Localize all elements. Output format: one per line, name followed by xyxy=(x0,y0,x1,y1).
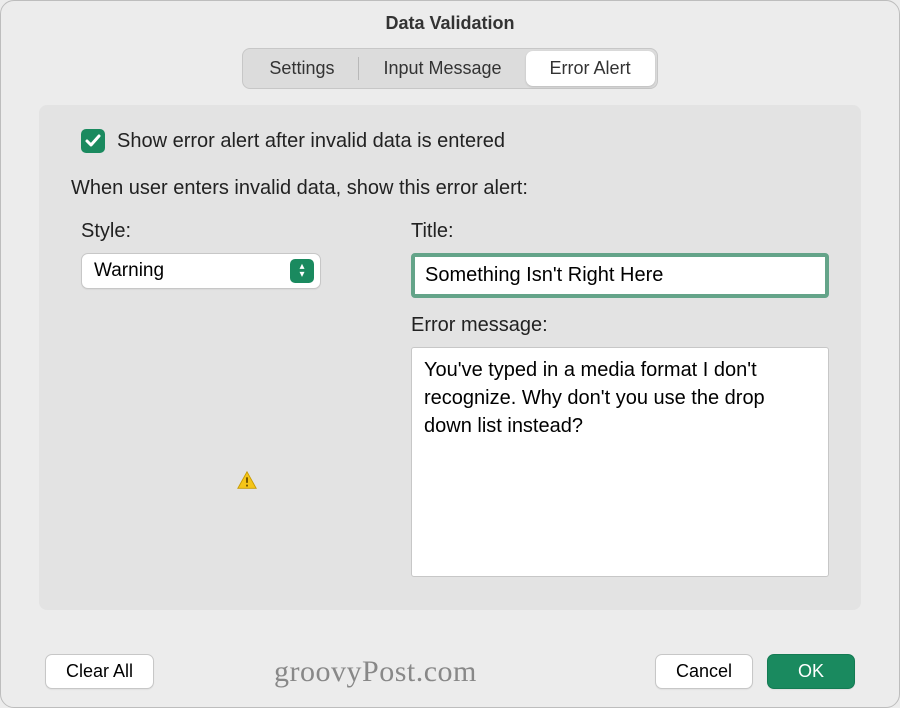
data-validation-dialog: Data Validation Settings Input Message E… xyxy=(0,0,900,708)
show-alert-checkbox[interactable] xyxy=(81,129,105,153)
title-message-column: Title: Error message: xyxy=(411,220,829,582)
watermark-text: groovyPost.com xyxy=(274,655,477,689)
error-alert-panel: Show error alert after invalid data is e… xyxy=(39,105,861,610)
title-input-wrap xyxy=(411,253,829,298)
clear-all-button[interactable]: Clear All xyxy=(45,654,154,689)
show-alert-row: Show error alert after invalid data is e… xyxy=(81,129,833,153)
style-label: Style: xyxy=(81,220,371,243)
style-column: Style: Warning xyxy=(81,220,371,289)
style-select[interactable]: Warning xyxy=(81,253,321,289)
tab-input-message[interactable]: Input Message xyxy=(359,51,525,86)
title-label: Title: xyxy=(411,220,829,243)
title-input[interactable] xyxy=(415,257,825,294)
style-value: Warning xyxy=(94,260,164,281)
dialog-title: Data Validation xyxy=(1,1,899,48)
warning-icon xyxy=(236,470,258,492)
dialog-footer: Clear All groovyPost.com Cancel OK xyxy=(1,654,899,689)
instruction-text: When user enters invalid data, show this… xyxy=(71,177,833,200)
tab-error-alert[interactable]: Error Alert xyxy=(526,51,655,86)
segmented-control: Settings Input Message Error Alert xyxy=(242,48,657,89)
tab-bar: Settings Input Message Error Alert xyxy=(1,48,899,89)
tab-settings[interactable]: Settings xyxy=(245,51,358,86)
form-row: Style: Warning Title: Error message: xyxy=(67,220,833,582)
updown-icon xyxy=(290,259,314,283)
cancel-button[interactable]: Cancel xyxy=(655,654,753,689)
error-message-textarea[interactable] xyxy=(411,347,829,577)
check-icon xyxy=(83,131,103,151)
error-message-label: Error message: xyxy=(411,314,829,337)
show-alert-label: Show error alert after invalid data is e… xyxy=(117,130,505,153)
ok-button[interactable]: OK xyxy=(767,654,855,689)
